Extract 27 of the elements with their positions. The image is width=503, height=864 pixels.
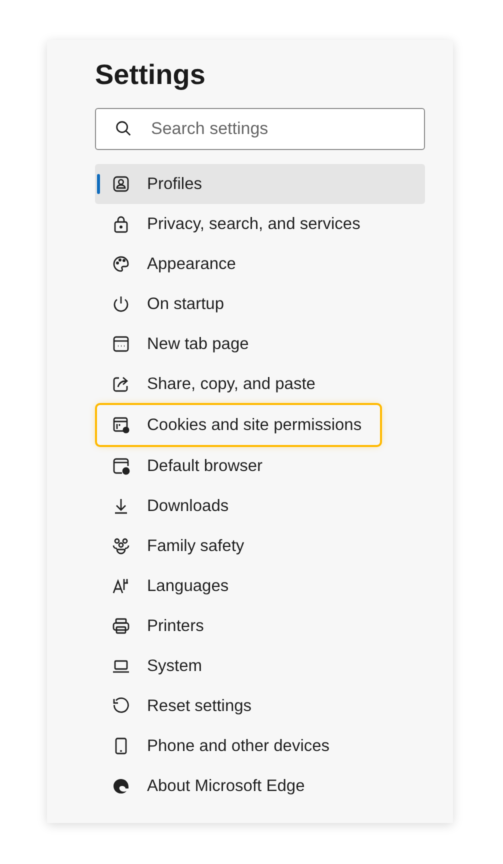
people-icon <box>111 536 131 556</box>
nav-item[interactable]: Family safety <box>95 526 262 566</box>
nav-item[interactable]: Languages <box>95 566 247 606</box>
nav-item[interactable]: Printers <box>95 606 222 646</box>
reset-icon <box>111 696 131 716</box>
nav-item[interactable]: Reset settings <box>95 686 270 726</box>
nav-item[interactable]: Profiles <box>95 164 425 204</box>
window-icon <box>111 334 131 354</box>
share-icon <box>111 374 131 394</box>
search-field[interactable]: Search settings <box>95 108 425 150</box>
printer-icon <box>111 616 131 636</box>
nav-item[interactable]: New tab page <box>95 324 267 364</box>
page-title: Settings <box>95 58 206 92</box>
palette-icon <box>111 254 131 274</box>
nav-item[interactable]: Phone and other devices <box>95 726 348 766</box>
nav-item[interactable]: Downloads <box>95 486 247 526</box>
power-icon <box>111 294 131 314</box>
nav-item[interactable]: Appearance <box>95 244 254 284</box>
nav-item[interactable]: On startup <box>95 284 242 324</box>
nav-item[interactable]: Default browser <box>95 446 281 486</box>
language-icon <box>111 576 131 596</box>
nav-item[interactable]: Share, copy, and paste <box>95 364 334 404</box>
nav-item[interactable]: About Microsoft Edge <box>95 766 323 806</box>
nav-item[interactable]: Cookies and site permissions <box>97 405 380 445</box>
profile-icon <box>111 174 131 194</box>
nav-item[interactable]: System <box>95 646 220 686</box>
nav-item[interactable]: Privacy, search, and services <box>95 204 378 244</box>
